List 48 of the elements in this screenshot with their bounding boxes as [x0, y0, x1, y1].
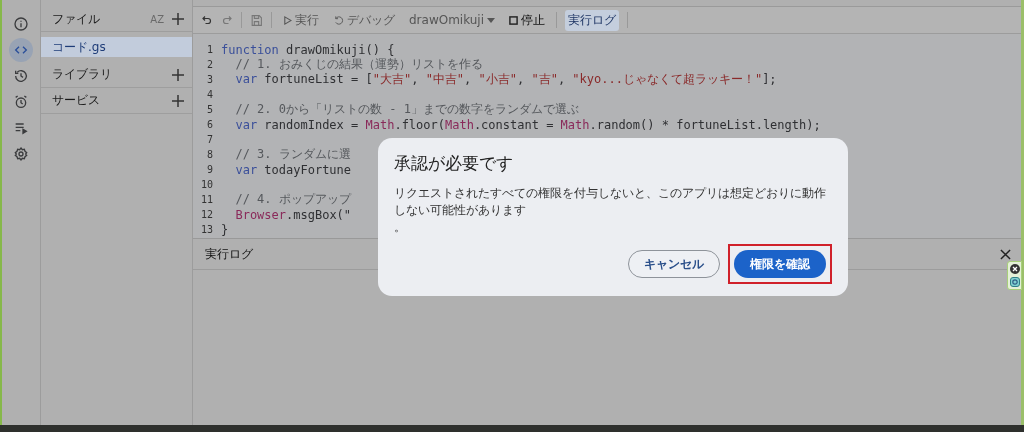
code-line: // 4. ポップアップ	[234, 191, 351, 208]
code-line: var fortuneList = ["大吉", "中吉", "小吉", "吉", "kyo...じゃなくて超ラッキー！"];	[234, 71, 777, 88]
execution-log-button[interactable]: 実行ログ	[565, 9, 620, 31]
code-line: // 1. おみくじの結果（運勢）リストを作る	[234, 57, 483, 73]
line-number: 13	[199, 224, 213, 235]
files-title: ファイル	[52, 10, 101, 28]
section-title: ライブラリ	[52, 66, 113, 83]
stop-button[interactable]: 停止	[506, 9, 549, 31]
circle-icon[interactable]	[1009, 277, 1020, 287]
caret-icon	[487, 17, 496, 23]
line-number: 4	[205, 89, 213, 100]
code-line: // 2. 0から「リストの数 - 1」までの数字をランダムで選ぶ	[234, 101, 579, 118]
undo-icon[interactable]	[201, 14, 213, 26]
dialog-note: 。	[394, 219, 407, 236]
line-number: 8	[205, 149, 213, 160]
code-line: }	[221, 222, 229, 237]
add-icon[interactable]	[172, 94, 184, 107]
line-number: 2	[205, 59, 213, 70]
code-line: Browser.msgBox("	[234, 207, 352, 222]
add-icon[interactable]	[172, 13, 184, 25]
code-line: var todayFortune	[234, 162, 352, 177]
code-line: // 3. ランダムに選	[234, 146, 351, 163]
line-number: 3	[205, 74, 213, 85]
stop-icon	[509, 15, 519, 25]
line-number: 12	[199, 209, 213, 220]
line-number: 6	[205, 119, 213, 130]
code-line: var randomIndex = Math.floor(Math.constant = Math.random() * fortuneList.length);	[234, 117, 821, 132]
section-title: サービス	[52, 92, 101, 109]
line-number: 10	[199, 179, 213, 190]
dialog-message: リクエストされたすべての権限を付与しないと、このアプリは想定どおりに動作しない可能性があります	[394, 185, 827, 219]
close-icon[interactable]	[1000, 248, 1011, 260]
line-number: 9	[205, 164, 213, 175]
dialog-title: 承認が必要です	[394, 152, 514, 175]
debug-icon	[333, 14, 344, 26]
code-line: function drawOmikuji() {	[221, 42, 395, 57]
add-icon[interactable]	[172, 68, 184, 81]
confirm-button[interactable]: 権限を確認	[734, 250, 826, 278]
code-icon[interactable]	[9, 38, 33, 62]
log-panel-title: 実行ログ	[205, 245, 253, 263]
line-number: 7	[205, 134, 213, 145]
line-number: 11	[199, 194, 213, 205]
play-icon	[283, 15, 292, 25]
file-item[interactable]: コード.gs	[41, 37, 192, 57]
line-number: 5	[205, 104, 213, 115]
line-number: 1	[205, 44, 213, 55]
cancel-button[interactable]: キャンセル	[628, 250, 720, 278]
function-dropdown[interactable]: drawOmikuji	[406, 11, 499, 29]
close-icon[interactable]	[1009, 264, 1020, 274]
